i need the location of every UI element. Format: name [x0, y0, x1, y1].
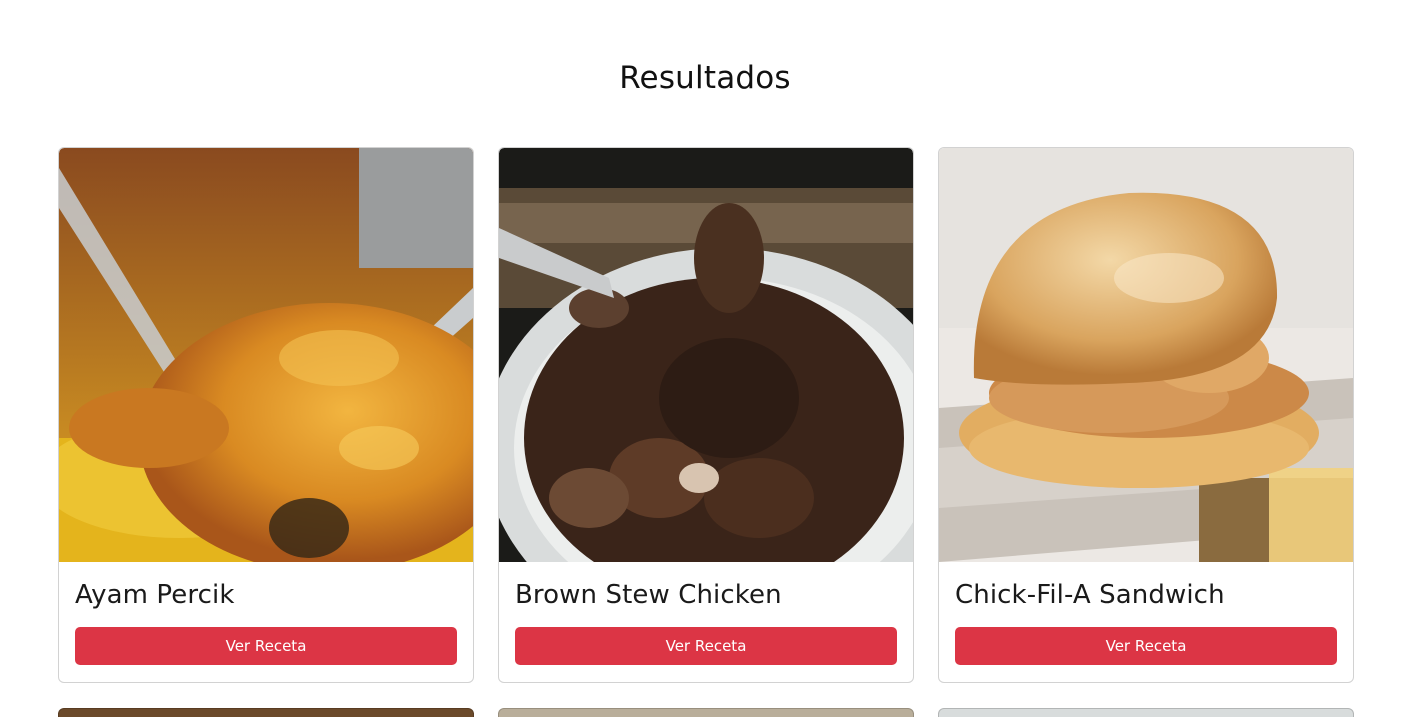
stew-bowl-photo: [499, 148, 913, 562]
page-title: Resultados: [619, 60, 791, 96]
view-recipe-button[interactable]: Ver Receta: [515, 627, 897, 665]
recipe-card-partial: [58, 708, 474, 717]
card-body: Ayam Percik Ver Receta: [75, 562, 457, 665]
recipe-image: [59, 148, 473, 562]
recipe-image: [499, 148, 913, 562]
recipe-image: [939, 148, 1353, 562]
chicken-sandwich-photo: [939, 148, 1353, 562]
recipe-card-partial: [498, 708, 914, 717]
view-recipe-button[interactable]: Ver Receta: [75, 627, 457, 665]
recipe-title: Ayam Percik: [75, 580, 235, 610]
recipe-card-partial: [938, 708, 1354, 717]
view-recipe-button[interactable]: Ver Receta: [955, 627, 1337, 665]
card-body: Chick-Fil-A Sandwich Ver Receta: [955, 562, 1337, 665]
recipe-card: Brown Stew Chicken Ver Receta: [498, 147, 914, 683]
recipe-title: Brown Stew Chicken: [515, 580, 782, 610]
roasted-chicken-photo: [59, 148, 473, 562]
card-body: Brown Stew Chicken Ver Receta: [515, 562, 897, 665]
recipe-card: Ayam Percik Ver Receta: [58, 147, 474, 683]
recipe-card: Chick-Fil-A Sandwich Ver Receta: [938, 147, 1354, 683]
recipe-title: Chick-Fil-A Sandwich: [955, 580, 1225, 610]
